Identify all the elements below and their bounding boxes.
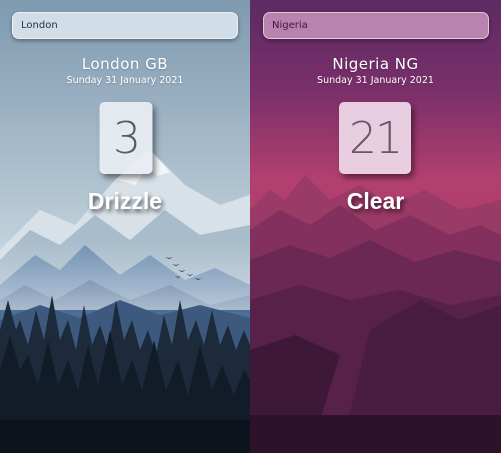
city-search-input[interactable]	[12, 12, 238, 39]
weather-panel-london: London GB Sunday 31 January 2021 3 Drizz…	[0, 0, 250, 453]
city-name: London GB	[81, 55, 169, 73]
current-date: Sunday 31 January 2021	[317, 75, 434, 86]
weather-panel-nigeria: Nigeria NG Sunday 31 January 2021 21 Cle…	[250, 0, 501, 453]
current-date: Sunday 31 January 2021	[66, 75, 184, 86]
city-name: Nigeria NG	[332, 55, 419, 73]
weather-app: London GB Sunday 31 January 2021 3 Drizz…	[0, 0, 501, 453]
weather-condition: Clear	[346, 188, 405, 214]
temperature-value: 3	[113, 112, 141, 164]
temperature-value: 21	[349, 112, 403, 164]
weather-condition: Drizzle	[87, 188, 163, 214]
temperature-card: 3	[99, 102, 153, 174]
city-search-input[interactable]	[263, 12, 489, 39]
temperature-card: 21	[339, 102, 411, 174]
